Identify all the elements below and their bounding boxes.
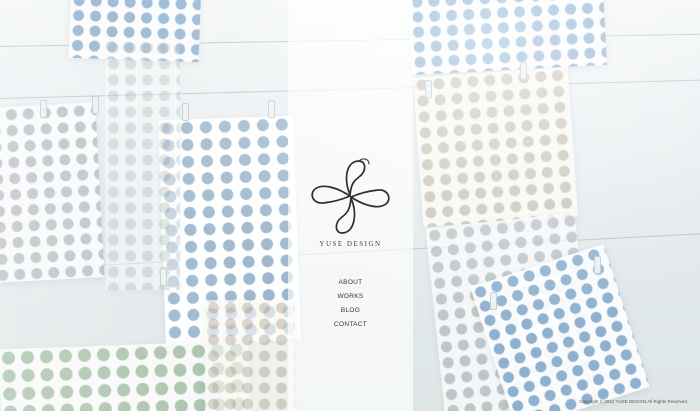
main-navigation: ABOUT WORKS BLOG CONTACT [288,273,413,329]
nav-link-contact[interactable]: CONTACT [334,321,367,328]
nav-link-blog[interactable]: BLOG [341,307,360,314]
nav-link-works[interactable]: WORKS [337,293,363,300]
nav-link-about[interactable]: ABOUT [339,279,363,286]
nav-item-about: ABOUT [288,273,413,287]
yuse-design-logo-icon [311,158,390,234]
nav-item-works: WORKS [288,287,413,301]
copyright-text: Copyright © 2012 YUSE DESIGN All Rights … [579,399,688,404]
brand-name: YUSE DESIGN [319,240,382,248]
nav-item-blog: BLOG [288,301,413,315]
nav-item-contact: CONTACT [288,315,413,329]
